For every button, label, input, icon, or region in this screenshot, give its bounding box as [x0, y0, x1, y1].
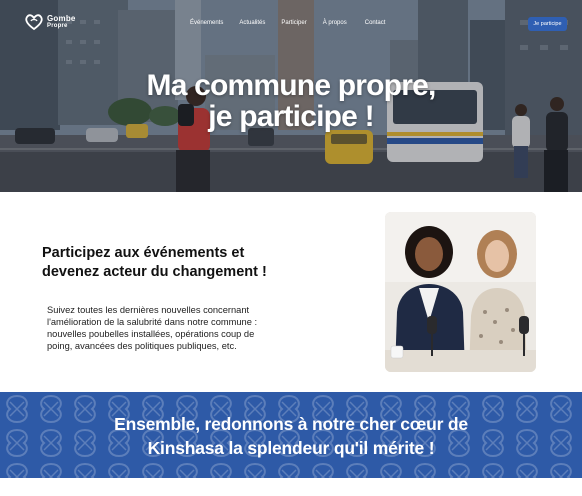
logo-line1: Gombe — [47, 13, 76, 23]
main-nav: Événements Actualités Participer À propo… — [190, 20, 409, 26]
body-line: l'amélioration de la salubrité dans notr… — [47, 317, 258, 327]
logo-line2: Propre — [47, 22, 68, 29]
hero-banner: Gombe Propre Événements Actualités Parti… — [0, 0, 582, 192]
body-line: poing, avancées des politiques publiques… — [47, 341, 237, 351]
heart-logo-icon — [25, 14, 43, 31]
logo-wordmark: Gombe Propre — [47, 13, 76, 30]
section-heading: Participez aux événements et devenez act… — [42, 244, 312, 282]
section-heading-line2: devenez acteur du changement ! — [42, 264, 267, 280]
hero-title-line2: je participe ! — [208, 100, 374, 133]
podcast-photo — [385, 212, 536, 372]
closing-line1: Ensemble, redonnons à notre cher cœur de — [114, 414, 468, 434]
nav-item-contact[interactable]: Contact — [365, 20, 386, 26]
body-line: nouvelles poubelles installées, opératio… — [47, 329, 255, 339]
hero-title: Ma commune propre, je participe ! — [0, 70, 582, 132]
closing-banner: Ensemble, redonnons à notre cher cœur de… — [0, 392, 582, 478]
two-women-podcast-image — [385, 212, 536, 372]
hero-title-line1: Ma commune propre, — [146, 69, 437, 102]
section-body: Suivez toutes les dernières nouvelles co… — [47, 304, 307, 352]
nav-item-actualites[interactable]: Actualités — [239, 20, 265, 26]
nav-item-evenements[interactable]: Événements — [190, 20, 223, 26]
closing-line2: Kinshasa la splendeur qu'il mérite ! — [147, 438, 435, 458]
site-logo[interactable]: Gombe Propre — [24, 12, 76, 32]
section-heading-line1: Participez aux événements et — [42, 245, 245, 261]
je-participe-button[interactable]: Je participe — [528, 17, 567, 31]
body-line: Suivez toutes les dernières nouvelles co… — [47, 305, 250, 315]
nav-item-a-propos[interactable]: À propos — [323, 20, 347, 26]
closing-message: Ensemble, redonnons à notre cher cœur de… — [0, 412, 582, 460]
nav-item-participer[interactable]: Participer — [281, 20, 306, 26]
